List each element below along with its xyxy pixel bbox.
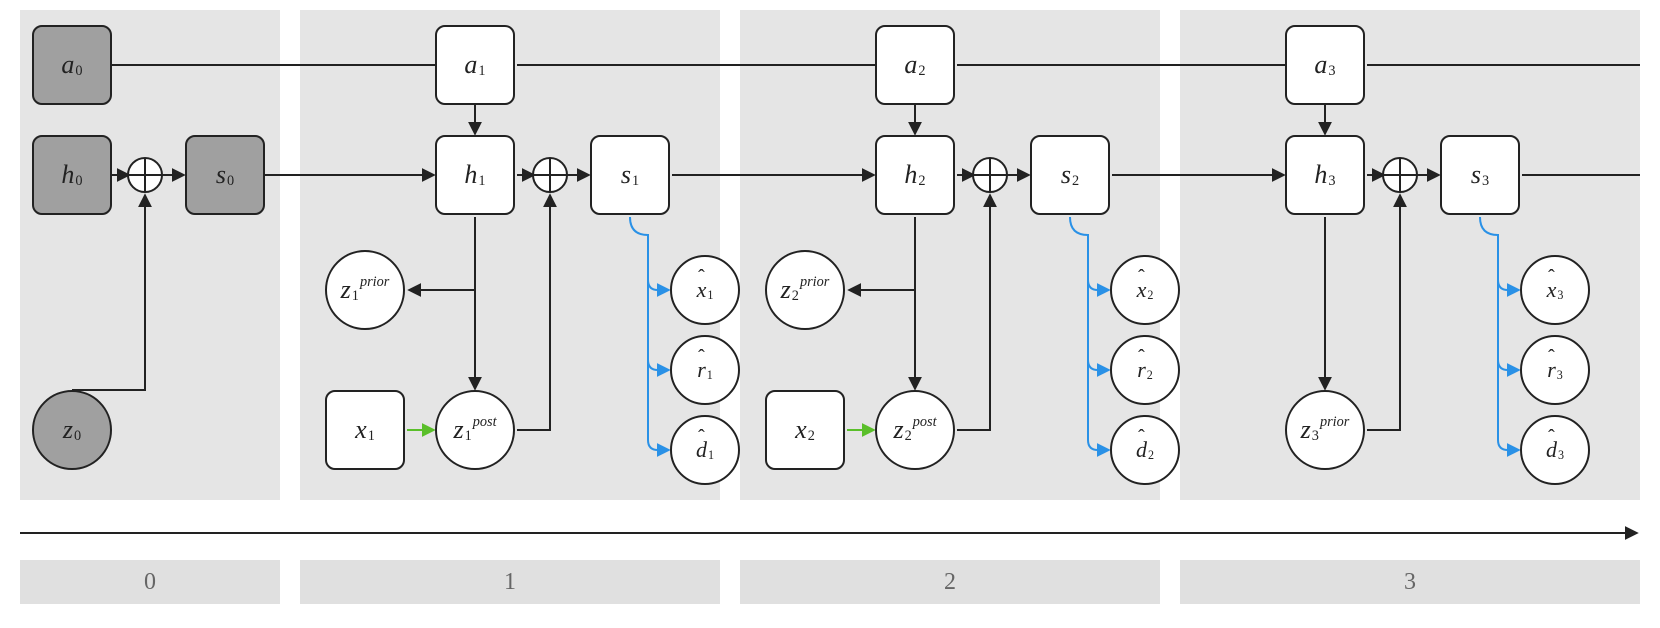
timestep-label-0: 0 <box>20 560 280 604</box>
node-rhat1: r1 <box>670 335 740 405</box>
node-a3: a3 <box>1285 25 1365 105</box>
node-xhat1: x1 <box>670 255 740 325</box>
node-rhat2: r2 <box>1110 335 1180 405</box>
node-a0: a0 <box>32 25 112 105</box>
timestep-label-2: 2 <box>740 560 1160 604</box>
node-dhat2: d2 <box>1110 415 1180 485</box>
node-z0: z0 <box>32 390 112 470</box>
node-z1-post: z1post <box>435 390 515 470</box>
node-z2-post: z2post <box>875 390 955 470</box>
node-s0: s0 <box>185 135 265 215</box>
node-z3-prior: z3prior <box>1285 390 1365 470</box>
node-h2: h2 <box>875 135 955 215</box>
node-dhat1: d1 <box>670 415 740 485</box>
node-xhat2: x2 <box>1110 255 1180 325</box>
timestep-label-3: 3 <box>1180 560 1640 604</box>
node-xhat3: x3 <box>1520 255 1590 325</box>
node-x2: x2 <box>765 390 845 470</box>
node-z1-prior: z1prior <box>325 250 405 330</box>
node-s1: s1 <box>590 135 670 215</box>
timestep-label-1: 1 <box>300 560 720 604</box>
node-a2: a2 <box>875 25 955 105</box>
node-z2-prior: z2prior <box>765 250 845 330</box>
node-x1: x1 <box>325 390 405 470</box>
node-a1: a1 <box>435 25 515 105</box>
node-dhat3: d3 <box>1520 415 1590 485</box>
node-h0: h0 <box>32 135 112 215</box>
node-rhat3: r3 <box>1520 335 1590 405</box>
node-s3: s3 <box>1440 135 1520 215</box>
node-h1: h1 <box>435 135 515 215</box>
diagram: a0 h0 s0 z0 a1 h1 s1 z1prior x1 z1post x… <box>0 0 1660 628</box>
node-h3: h3 <box>1285 135 1365 215</box>
node-s2: s2 <box>1030 135 1110 215</box>
